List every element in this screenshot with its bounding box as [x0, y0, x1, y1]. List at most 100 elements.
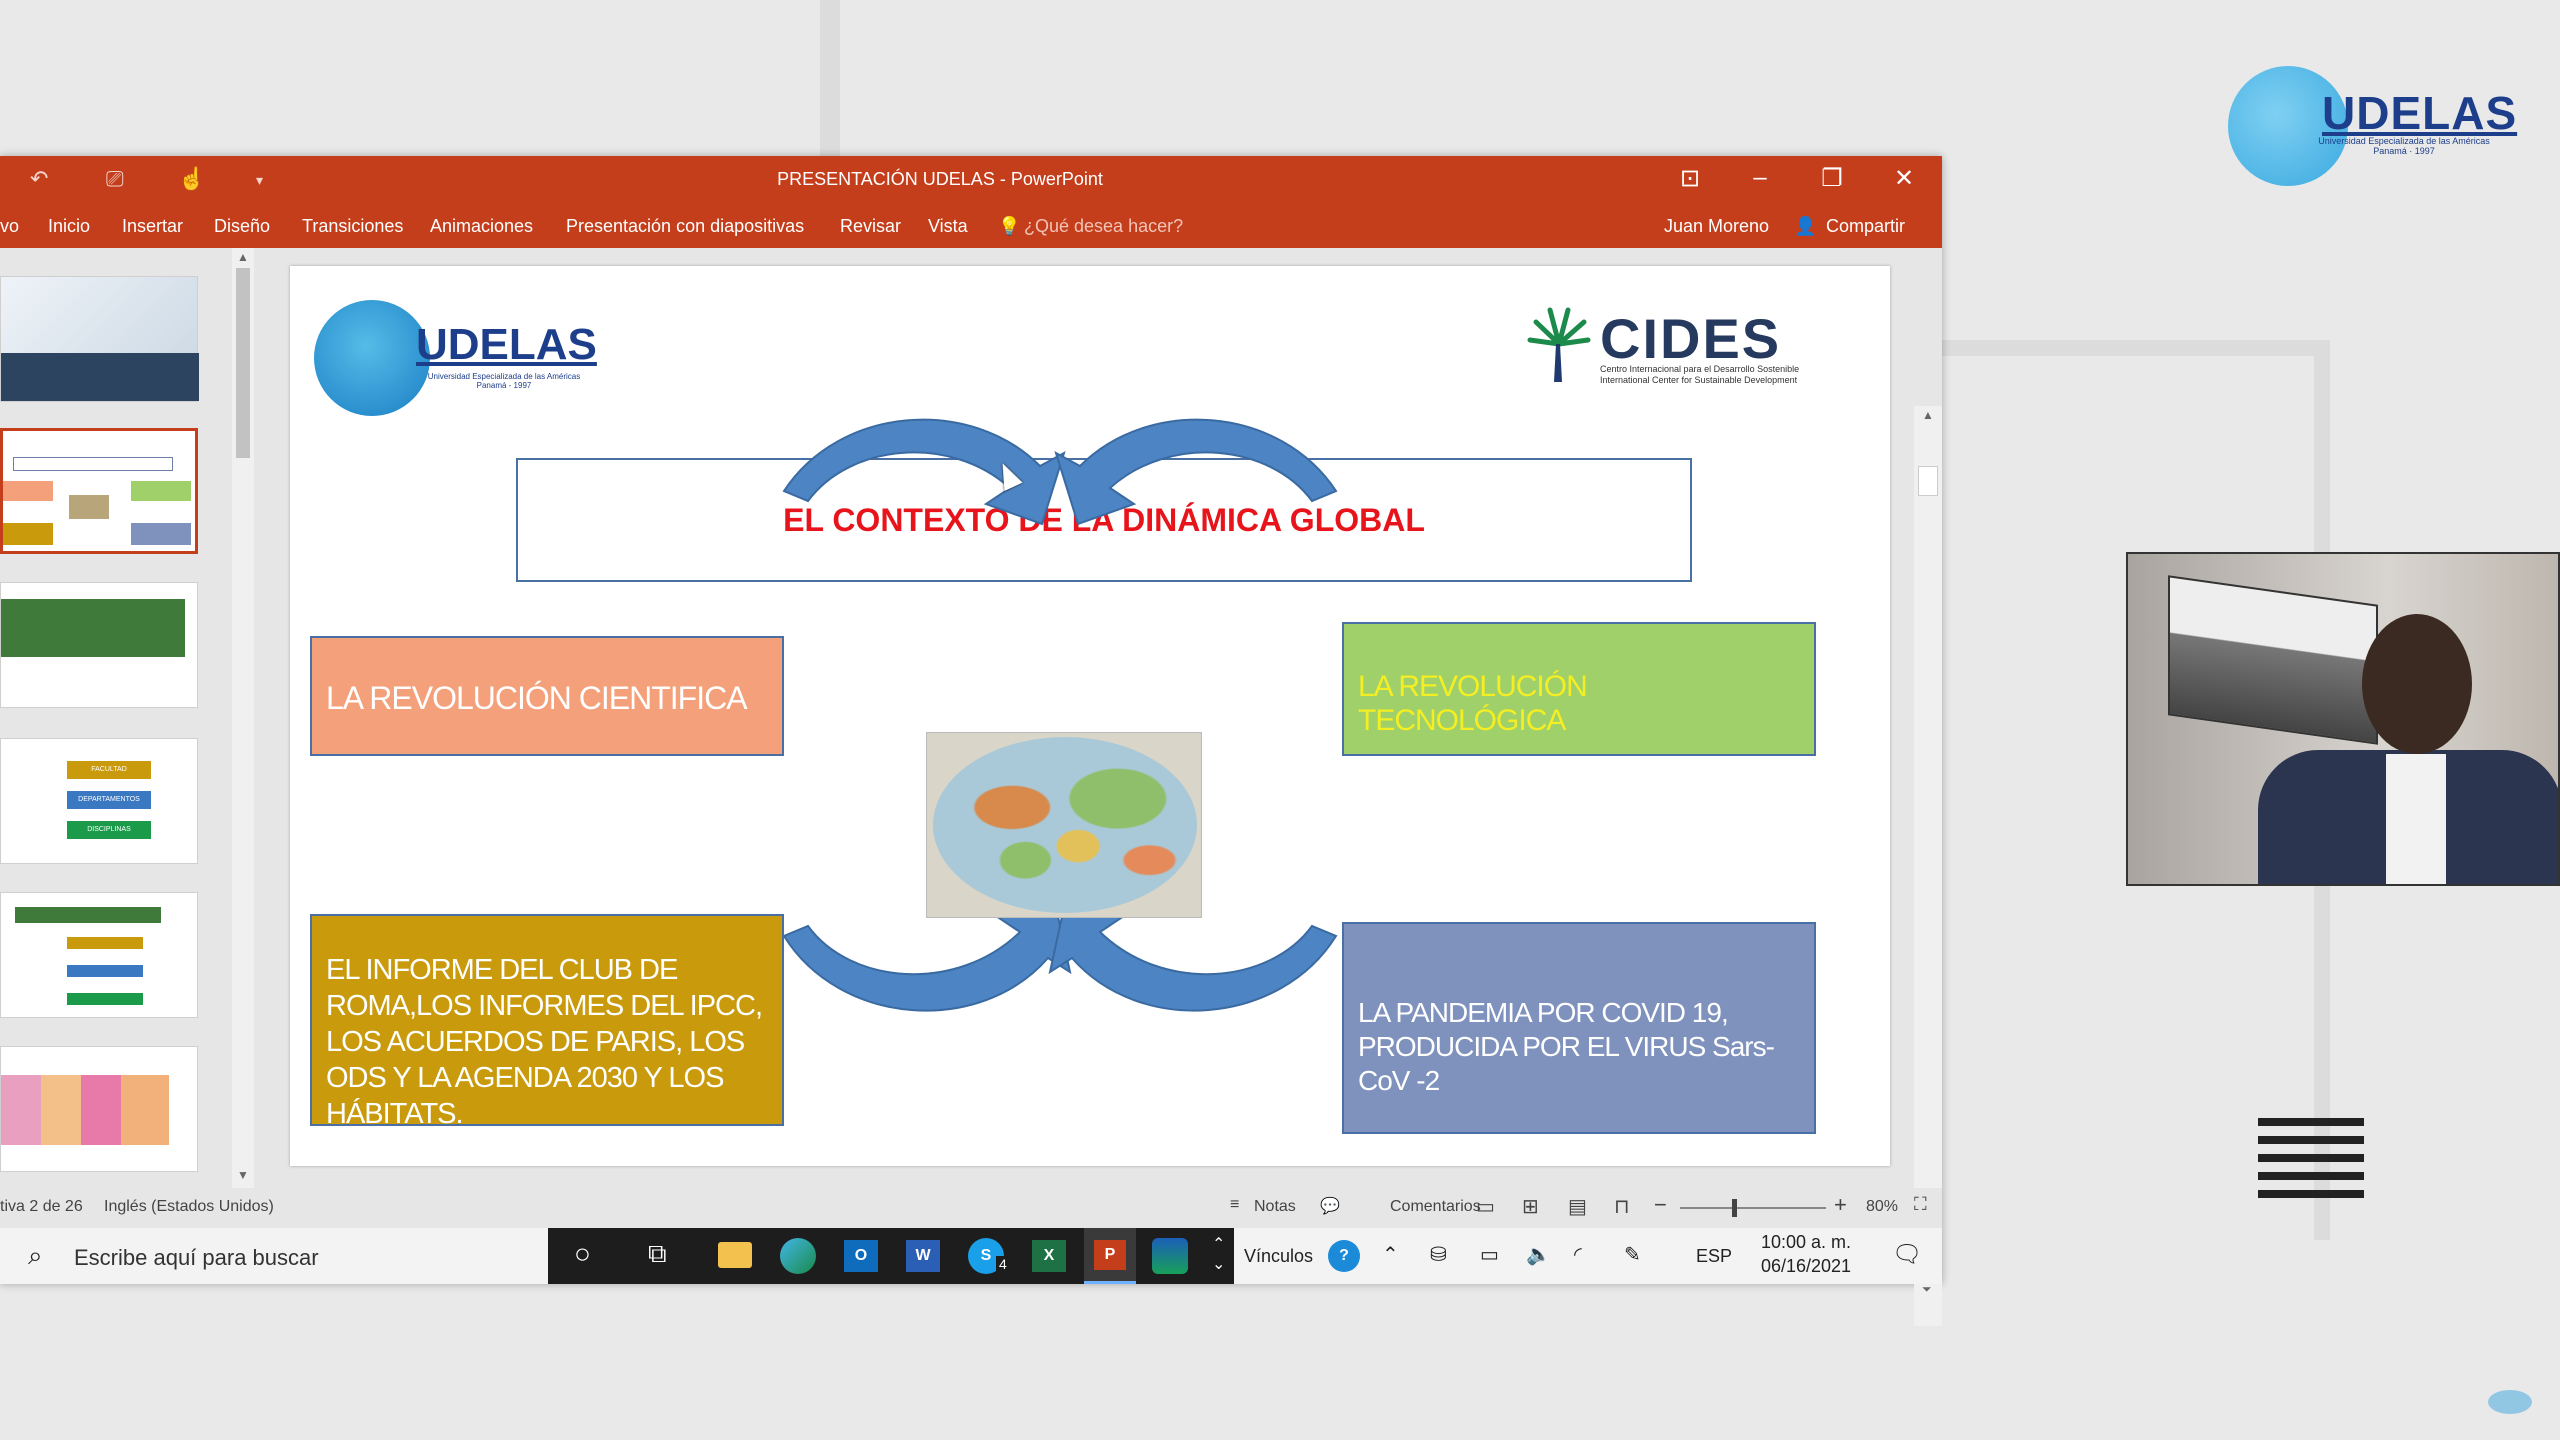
title-bar: ↶ ⎚ ☝ ▾ PRESENTACIÓN UDELAS - PowerPoint…: [0, 156, 1942, 204]
fit-slide-icon[interactable]: ⛶: [1914, 1194, 1927, 1215]
slideshow-icon[interactable]: ⊓: [1614, 1194, 1630, 1219]
menu-line: [2258, 1172, 2364, 1180]
search-placeholder: Escribe aquí para buscar: [74, 1245, 319, 1270]
volume-icon[interactable]: 🔈: [1526, 1242, 1551, 1267]
scroll-down-icon[interactable]: ▼: [237, 1168, 249, 1182]
brand-logo-subtitle: Universidad Especializada de las América…: [2318, 136, 2490, 156]
clock-date[interactable]: 06/16/2021: [1750, 1256, 1862, 1277]
search-icon: ⌕: [28, 1240, 43, 1270]
zoom-slider-handle[interactable]: [1732, 1199, 1737, 1217]
help-icon[interactable]: ?: [1328, 1240, 1360, 1272]
zoom-in-icon[interactable]: +: [1834, 1192, 1847, 1218]
normal-view-icon[interactable]: ▭: [1476, 1194, 1495, 1219]
slide-thumbnails-panel: FACULTAD DEPARTAMENTOS DISCIPLINAS: [0, 248, 232, 1188]
language-indicator[interactable]: Inglés (Estados Unidos): [104, 1198, 274, 1216]
user-name[interactable]: Juan Moreno: [1664, 216, 1769, 237]
taskbar-search[interactable]: ⌕ Escribe aquí para buscar: [0, 1228, 548, 1284]
slide-thumbnail-6[interactable]: [0, 1046, 198, 1172]
reading-view-icon[interactable]: ▤: [1568, 1194, 1587, 1219]
comments-button[interactable]: Comentarios: [1390, 1198, 1481, 1216]
clock-time[interactable]: 10:00 a. m.: [1750, 1232, 1862, 1253]
person-icon: 👤: [1794, 216, 1817, 236]
thumb-bar: DEPARTAMENTOS: [67, 791, 151, 809]
zoom-level[interactable]: 80%: [1866, 1198, 1898, 1216]
vpn-icon[interactable]: ⛁: [1430, 1242, 1447, 1267]
skype-badge: 4: [996, 1256, 1010, 1272]
arrow-top-left: [782, 418, 1066, 526]
tab-insertar[interactable]: Insertar: [122, 216, 183, 237]
notifications-icon[interactable]: 🗨: [1892, 1240, 1922, 1269]
close-icon[interactable]: ✕: [1884, 164, 1924, 193]
app-icon[interactable]: [1152, 1238, 1188, 1274]
slide-thumbnail-1[interactable]: [0, 276, 199, 402]
tab-revisar[interactable]: Revisar: [840, 216, 901, 237]
box-scientific-revolution[interactable]: LA REVOLUCIÓN CIENTIFICA: [310, 636, 784, 756]
notes-icon: ≡: [1230, 1196, 1240, 1213]
powerpoint-icon: P: [1094, 1240, 1126, 1270]
thumb-box: [3, 523, 53, 545]
restore-icon[interactable]: ❐: [1812, 164, 1852, 193]
file-explorer-icon[interactable]: [718, 1242, 752, 1268]
tell-me-input[interactable]: ¿Qué desea hacer?: [1024, 216, 1183, 237]
excel-icon[interactable]: X: [1032, 1240, 1066, 1272]
task-view-icon[interactable]: ⧉: [648, 1238, 667, 1270]
status-bar: tiva 2 de 26 Inglés (Estados Unidos) ≡ N…: [0, 1188, 1942, 1228]
thumbnails-scrollbar[interactable]: ▲ ▼: [232, 248, 254, 1188]
edge-icon[interactable]: [780, 1238, 816, 1274]
show-hidden-icons[interactable]: ⌃: [1382, 1242, 1399, 1267]
slide-thumbnail-4[interactable]: FACULTAD DEPARTAMENTOS DISCIPLINAS: [0, 738, 198, 864]
thumb-table: [1, 1075, 169, 1145]
windows-taskbar: ⌕ Escribe aquí para buscar ○ ⧉ O W S 4 X…: [0, 1228, 1942, 1284]
tab-diseno[interactable]: Diseño: [214, 216, 270, 237]
scroll-up-icon[interactable]: ▲: [237, 250, 249, 264]
taskbar-scroll-icon[interactable]: ⌃ ⌄: [1212, 1234, 1225, 1274]
minimize-icon[interactable]: –: [1740, 164, 1780, 192]
box-pandemic-text: LA PANDEMIA POR COVID 19, PRODUCIDA POR …: [1358, 997, 1775, 1096]
box-reports-agreements[interactable]: EL INFORME DEL CLUB DE ROMA,LOS INFORMES…: [310, 914, 784, 1130]
corner-logo-icon: [2488, 1390, 2532, 1414]
tab-presentacion[interactable]: Presentación con diapositivas: [566, 216, 804, 237]
word-icon[interactable]: W: [906, 1240, 940, 1272]
menu-line: [2258, 1136, 2364, 1144]
box-technological-revolution[interactable]: LA REVOLUCIÓN TECNOLÓGICA: [1342, 622, 1816, 756]
slide-thumbnail-5[interactable]: [0, 892, 198, 1018]
zoom-slider[interactable]: [1680, 1207, 1826, 1209]
thumb-box: [131, 481, 191, 501]
background-stripe: [1940, 340, 2330, 356]
video-person-head: [2362, 614, 2472, 754]
ribbon-tabs: vo Inicio Insertar Diseño Transiciones A…: [0, 204, 1942, 248]
slide-sorter-icon[interactable]: ⊞: [1522, 1194, 1539, 1219]
map-globe: [933, 737, 1197, 913]
scroll-up-icon[interactable]: ▲: [1922, 408, 1934, 422]
zoom-out-icon[interactable]: −: [1654, 1192, 1667, 1218]
outlook-icon[interactable]: O: [844, 1240, 878, 1272]
tab-vista[interactable]: Vista: [928, 216, 968, 237]
slide-thumbnail-2[interactable]: [0, 428, 198, 554]
hamburger-menu-icon[interactable]: [2258, 1118, 2364, 1214]
arrow-top-right: [1054, 418, 1338, 526]
pen-icon[interactable]: ✎: [1624, 1242, 1641, 1267]
background-stripe: [820, 0, 840, 160]
powerpoint-taskbar-item[interactable]: P: [1084, 1228, 1136, 1284]
language-indicator[interactable]: ESP: [1696, 1246, 1732, 1267]
tab-animaciones[interactable]: Animaciones: [430, 216, 533, 237]
tab-archivo[interactable]: vo: [0, 216, 19, 237]
cortana-icon[interactable]: ○: [574, 1238, 591, 1270]
thumb-box: [131, 523, 191, 545]
network-icon[interactable]: ◜: [1574, 1242, 1582, 1267]
share-button[interactable]: Compartir: [1826, 216, 1905, 237]
scrollbar-thumb[interactable]: [1918, 466, 1938, 496]
notes-button[interactable]: Notas: [1254, 1198, 1296, 1216]
thumb-bar: [67, 993, 143, 1005]
battery-icon[interactable]: ▭: [1480, 1242, 1499, 1267]
video-painting: [2168, 575, 2378, 745]
tab-transiciones[interactable]: Transiciones: [302, 216, 403, 237]
ribbon-display-icon[interactable]: ⊡: [1670, 164, 1710, 193]
scrollbar-thumb[interactable]: [236, 268, 250, 458]
next-slide-icon[interactable]: ⏷: [1922, 1282, 1932, 1297]
links-label[interactable]: Vínculos: [1244, 1246, 1313, 1267]
slide-thumbnail-3[interactable]: [0, 582, 198, 708]
current-slide[interactable]: UDELAS Universidad Especializada de las …: [290, 266, 1890, 1166]
box-pandemic[interactable]: LA PANDEMIA POR COVID 19, PRODUCIDA POR …: [1342, 922, 1816, 1134]
tab-inicio[interactable]: Inicio: [48, 216, 90, 237]
